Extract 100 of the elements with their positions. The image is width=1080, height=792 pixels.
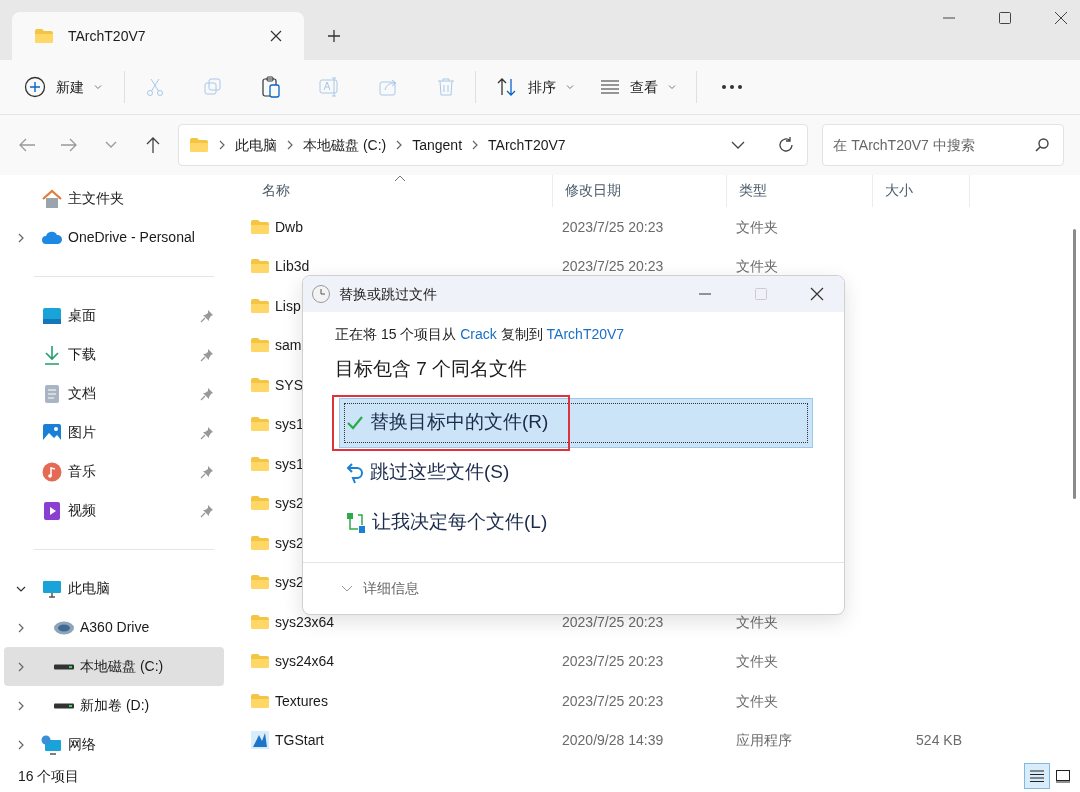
address-field[interactable]: 此电脑 本地磁盘 (C:) Tangent TArchT20V7 xyxy=(178,124,809,166)
share-icon xyxy=(379,77,399,97)
plus-circle-icon xyxy=(24,76,46,98)
back-button[interactable] xyxy=(18,136,36,154)
type-cell: 文件夹 xyxy=(736,218,778,235)
sidebar-item[interactable]: 视频 xyxy=(4,491,224,530)
sidebar-item[interactable]: 此电脑 xyxy=(4,569,224,608)
destination-link[interactable]: TArchT20V7 xyxy=(546,326,625,342)
details-toggle[interactable]: 详细信息 xyxy=(341,578,419,599)
details-view-button[interactable] xyxy=(1024,763,1050,789)
breadcrumb-link[interactable]: Tangent xyxy=(412,134,463,156)
sidebar-item[interactable]: 新加卷 (D:) xyxy=(4,686,224,725)
folder-icon xyxy=(250,495,270,512)
download-icon xyxy=(43,344,61,365)
column-header[interactable]: 修改日期 xyxy=(565,180,621,202)
minimize-icon xyxy=(698,293,712,295)
file-name[interactable]: sam xyxy=(275,338,302,353)
file-name[interactable]: Lisp xyxy=(275,298,301,313)
sidebar-item[interactable]: 主文件夹 xyxy=(4,179,224,218)
copy-progress-message: 正在将 15 个项目从 Crack 复制到 TArchT20V7 xyxy=(335,325,626,344)
clock-icon xyxy=(311,284,331,304)
file-name[interactable]: sys2 xyxy=(275,535,304,550)
date-cell: 2023/7/25 20:23 xyxy=(562,258,664,275)
document-icon xyxy=(44,383,60,404)
folder-icon xyxy=(250,258,270,275)
file-name[interactable]: sys2 xyxy=(275,575,304,590)
lines-icon xyxy=(600,79,620,95)
clipboard-icon xyxy=(261,76,281,98)
type-cell: 文件夹 xyxy=(736,258,778,275)
file-name[interactable]: Lib3d xyxy=(275,259,310,274)
sidebar-item[interactable]: A360 Drive xyxy=(4,608,224,647)
source-link[interactable]: Crack xyxy=(460,326,497,342)
date-cell: 2023/7/25 20:23 xyxy=(562,613,664,630)
cloud-icon xyxy=(41,230,63,245)
file-name[interactable]: sys23x64 xyxy=(275,614,335,629)
forward-icon xyxy=(60,136,78,154)
folder-icon xyxy=(250,376,270,393)
option-button[interactable]: 让我决定每个文件(L) xyxy=(339,497,813,548)
sidebar-item[interactable]: 下载 xyxy=(4,335,224,374)
close-icon xyxy=(1054,11,1068,25)
sidebar-item[interactable]: OneDrive - Personal xyxy=(4,218,224,257)
breadcrumb-link[interactable]: 本地磁盘 (C:) xyxy=(303,134,387,156)
tab[interactable]: TArchT20V7 xyxy=(12,12,304,60)
caret-icon xyxy=(668,83,676,91)
option-button[interactable]: 替换目标中的文件(R) xyxy=(339,397,813,448)
file-name[interactable]: sys1 xyxy=(275,456,304,471)
view-menu-button[interactable]: 查看 xyxy=(600,69,676,105)
undo-arrow-icon xyxy=(346,461,364,484)
item-count: 16 个项目 xyxy=(18,766,81,786)
sidebar-item[interactable]: 文档 xyxy=(4,374,224,413)
date-cell: 2020/9/28 14:39 xyxy=(562,732,664,749)
file-name[interactable]: TGStart xyxy=(275,733,324,748)
file-name[interactable]: sys1 xyxy=(275,417,304,432)
copy-icon xyxy=(203,77,223,97)
breadcrumb-link[interactable]: 此电脑 xyxy=(235,134,277,156)
sidebar-item[interactable]: 桌面 xyxy=(4,296,224,335)
more-icon xyxy=(721,84,743,90)
new-menu-button[interactable]: 新建 xyxy=(24,69,102,105)
square-icon xyxy=(1055,769,1071,783)
folder-icon xyxy=(34,28,54,44)
close-icon xyxy=(810,287,824,301)
sidebar-item[interactable]: 音乐 xyxy=(4,452,224,491)
drive-icon xyxy=(53,663,75,670)
picture-icon xyxy=(42,422,62,443)
search-field[interactable]: 在 TArchT20V7 中搜索 xyxy=(822,124,1064,166)
sidebar-item[interactable]: 网络 xyxy=(4,725,224,764)
folder-icon xyxy=(250,297,270,314)
refresh-icon xyxy=(777,136,796,154)
music-note-icon xyxy=(42,461,62,482)
column-header[interactable]: 名称 xyxy=(262,180,290,202)
video-icon xyxy=(43,500,61,521)
file-name[interactable]: sys24x64 xyxy=(275,654,335,669)
breadcrumb-link[interactable]: TArchT20V7 xyxy=(488,134,566,156)
search-icon xyxy=(1034,137,1050,153)
close-button[interactable] xyxy=(810,287,824,301)
sidebar-item[interactable]: 本地磁盘 (C:) xyxy=(4,647,224,686)
forward-button[interactable] xyxy=(60,136,78,154)
folder-icon xyxy=(250,416,270,433)
sidebar-item[interactable]: 图片 xyxy=(4,413,224,452)
scrollbar-thumb[interactable] xyxy=(1073,229,1076,499)
file-name[interactable]: Textures xyxy=(275,693,328,708)
folder-icon xyxy=(250,534,270,551)
column-header[interactable]: 大小 xyxy=(885,180,913,202)
option-button[interactable]: 跳过这些文件(S) xyxy=(339,447,813,498)
up-button[interactable] xyxy=(144,136,162,154)
type-cell: 文件夹 xyxy=(736,613,778,630)
date-cell: 2023/7/25 20:23 xyxy=(562,692,664,709)
file-name[interactable]: SYS xyxy=(275,377,303,392)
folder-icon xyxy=(250,455,270,472)
sort-menu-button[interactable]: 排序 xyxy=(496,69,574,105)
swirl-icon xyxy=(53,619,75,636)
house-icon xyxy=(41,188,63,209)
file-name[interactable]: sys2 xyxy=(275,496,304,511)
dialog-title: 替换或跳过文件 xyxy=(339,284,438,304)
minimize-icon xyxy=(942,17,956,19)
trash-icon xyxy=(437,77,455,97)
file-name[interactable]: Dwb xyxy=(275,219,303,234)
plus-icon xyxy=(327,29,341,43)
column-header[interactable]: 类型 xyxy=(739,180,767,202)
chevron-down-icon xyxy=(341,584,353,593)
